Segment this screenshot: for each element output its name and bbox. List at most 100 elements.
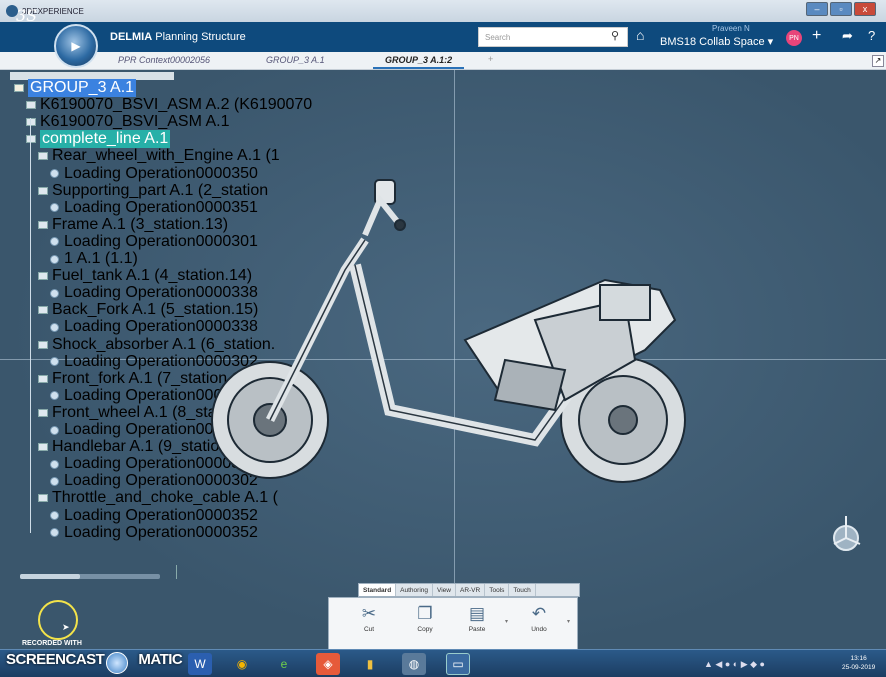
scissors-icon: ✂ <box>361 604 377 623</box>
system-clock[interactable]: 13:16 25-09-2019 <box>842 654 875 672</box>
collab-space-dropdown[interactable]: BMS18 Collab Space ▾ <box>660 35 773 48</box>
tab-authoring[interactable]: Authoring <box>396 584 433 596</box>
operation-icon <box>50 391 59 401</box>
operation-icon <box>50 459 59 469</box>
operation-icon <box>50 288 59 298</box>
app-title: DELMIA Planning Structure <box>110 31 246 43</box>
undo-label: Undo <box>531 626 547 633</box>
share-icon[interactable]: ➦ <box>842 28 853 44</box>
copy-button[interactable]: ❐ Copy <box>405 604 445 633</box>
paste-dropdown-icon[interactable]: ▾ <box>505 618 508 625</box>
media-icon[interactable]: ◍ <box>402 653 426 675</box>
dassault-logo: 3S <box>16 6 38 25</box>
copy-icon: ❐ <box>417 604 433 623</box>
expand-corner-icon[interactable]: ↗ <box>872 55 884 67</box>
operation-icon <box>50 476 59 486</box>
tree-node-label: K6190070_BSVI_ASM A.1 <box>40 113 230 131</box>
tree-node-label: Loading Operation0000352 <box>64 506 258 524</box>
part-node-icon <box>26 135 36 144</box>
tab-standard[interactable]: Standard <box>359 584 397 596</box>
watermark-left: SCREENCAST <box>6 651 105 668</box>
ie-icon[interactable]: e <box>272 653 296 675</box>
undo-dropdown-icon[interactable]: ▾ <box>567 618 570 625</box>
paste-icon: ▤ <box>468 604 486 623</box>
part-node-icon <box>38 272 48 281</box>
chrome-icon[interactable]: ◉ <box>230 653 254 675</box>
avatar[interactable]: PN <box>786 30 802 46</box>
screencast-watermark: SCREENCAST MATIC <box>6 651 183 668</box>
mouse-cursor-icon: ➤ <box>62 622 70 632</box>
paste-button[interactable]: ▤ Paste <box>457 604 497 633</box>
paste-label: Paste <box>468 626 486 633</box>
clock-time: 13:16 <box>850 655 867 662</box>
tab-touch[interactable]: Touch <box>509 584 536 596</box>
search-input[interactable]: Search <box>478 27 628 47</box>
tag-icon[interactable]: ⌂ <box>636 27 644 43</box>
search-icon[interactable]: ⚲ <box>611 29 619 42</box>
3dexperience-taskbar-icon[interactable]: ▭ <box>446 653 470 675</box>
part-node-icon <box>38 306 48 315</box>
collab-space-label: BMS18 Collab Space <box>660 36 765 48</box>
word-icon[interactable]: W <box>188 653 212 675</box>
window-titlebar: 3DEXPERIENCE – ▫ x <box>0 0 886 22</box>
maximize-button[interactable]: ▫ <box>830 2 852 16</box>
tree-connector-line <box>30 118 31 533</box>
undo-icon: ↶ <box>531 604 547 623</box>
part-node-icon <box>38 443 48 452</box>
undo-button[interactable]: ↶ Undo <box>519 604 559 633</box>
action-bar: Standard Authoring View AR-VR Tools Touc… <box>328 583 580 653</box>
operation-icon <box>50 511 59 520</box>
tree-node-label: Frame A.1 (3_station.13) <box>52 215 229 233</box>
copy-label: Copy <box>417 626 433 633</box>
minimize-button[interactable]: – <box>806 2 828 16</box>
cursor-highlight <box>38 600 78 640</box>
tree-operation-row[interactable]: Loading Operation0000352 <box>50 523 258 541</box>
tab-group3-a1[interactable]: GROUP_3 A.1 <box>266 55 325 65</box>
tree-operation-row[interactable]: Loading Operation0000352 <box>50 506 258 524</box>
tab-tools[interactable]: Tools <box>485 584 510 596</box>
action-bar-tabs: Standard Authoring View AR-VR Tools Touc… <box>358 583 580 597</box>
tree-part-row[interactable]: Frame A.1 (3_station.13) <box>38 215 229 233</box>
tab-group3-a1-2[interactable]: GROUP_3 A.1:2 <box>372 55 465 69</box>
tree-root-row[interactable]: GROUP_3 A.1 <box>14 79 137 97</box>
tree-part-row[interactable]: Rear_wheel_with_Engine A.1 (1 <box>38 147 280 164</box>
user-name: Praveen N <box>712 24 750 33</box>
tree-node-label: complete_line A.1 <box>40 130 171 149</box>
cut-label: Cut <box>363 626 375 633</box>
tree-node-label: 1 A.1 (1.1) <box>64 250 138 267</box>
document-tabs: PPR Context00002056 GROUP_3 A.1 GROUP_3 … <box>0 52 886 70</box>
operation-icon <box>50 254 59 264</box>
scooter-3d-model[interactable] <box>205 170 695 500</box>
cut-button[interactable]: ✂ Cut <box>349 604 389 633</box>
operation-icon <box>50 237 59 247</box>
close-button[interactable]: x <box>854 2 876 16</box>
tab-ppr-context[interactable]: PPR Context00002056 <box>118 55 210 65</box>
operation-icon <box>50 203 59 213</box>
tab-ar-vr[interactable]: AR-VR <box>456 584 486 596</box>
tree-part-row[interactable]: K6190070_BSVI_ASM A.1 <box>26 113 230 131</box>
tree-part-row[interactable]: K6190070_BSVI_ASM A.2 (K6190070 <box>26 96 313 114</box>
part-node-icon <box>38 374 48 383</box>
axis-compass-icon[interactable] <box>826 514 866 554</box>
operation-icon <box>50 528 59 538</box>
tree-node-label: K6190070_BSVI_ASM A.2 (K6190070 <box>40 96 313 114</box>
part-node-icon <box>26 101 36 110</box>
tree-node-label: Loading Operation0000352 <box>64 523 258 541</box>
compass-icon[interactable]: ▶ <box>54 24 98 68</box>
tab-view[interactable]: View <box>433 584 456 596</box>
operation-icon <box>50 425 59 435</box>
part-node-icon <box>38 408 48 417</box>
system-tray[interactable]: ▲ ◀ ● ◐ ▶ ◆ ● <box>704 659 765 670</box>
folder-icon[interactable]: ▮ <box>358 653 382 675</box>
add-tab-button[interactable]: + <box>488 54 493 64</box>
part-node-icon <box>38 186 48 195</box>
tree-scrollbar-thumb[interactable] <box>20 574 80 579</box>
tree-part-row[interactable]: complete_line A.1 <box>26 130 171 149</box>
operation-icon <box>50 357 59 367</box>
help-icon[interactable]: ? <box>868 28 875 44</box>
part-node-icon <box>38 152 48 161</box>
tree-operation-row[interactable]: 1 A.1 (1.1) <box>50 250 138 267</box>
add-icon[interactable]: + <box>812 28 821 44</box>
app-icon-red[interactable]: ◈ <box>316 653 340 675</box>
part-node-icon <box>38 220 48 229</box>
